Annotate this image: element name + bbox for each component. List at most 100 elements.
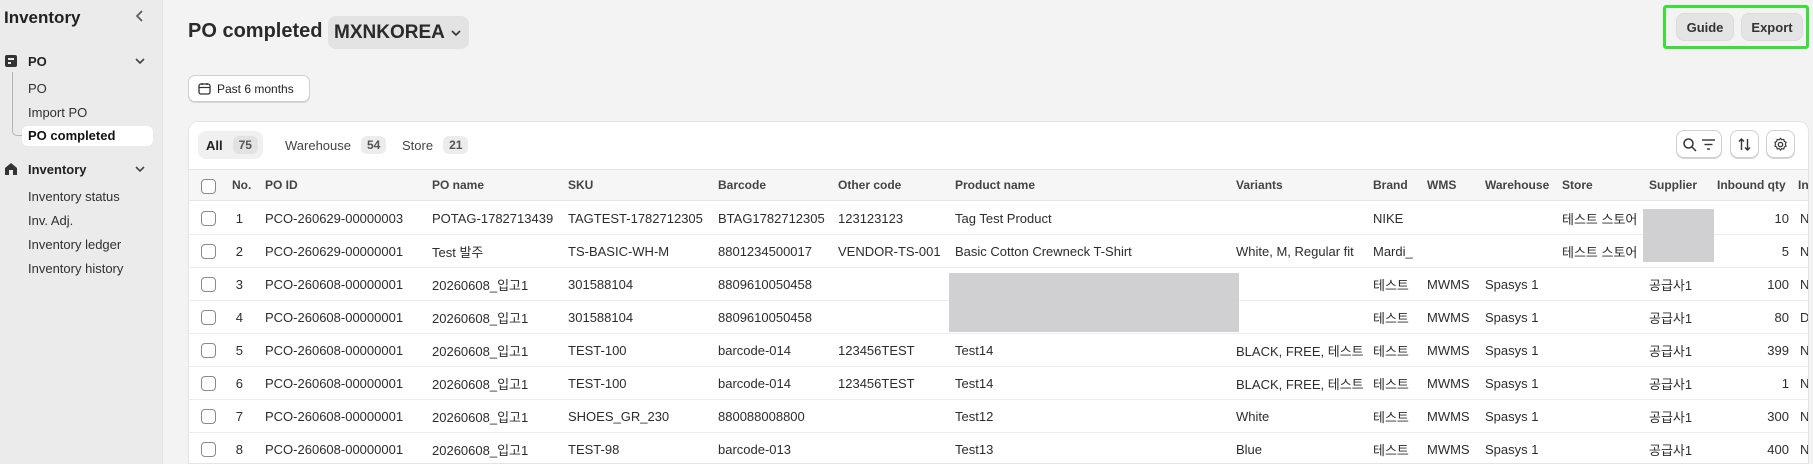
- sidebar-item-inventory-status[interactable]: Inventory status: [28, 187, 120, 207]
- table-row[interactable]: 7 PCO-260608-00000001 20260608_입고1 SHOES_GR…: [189, 400, 1809, 433]
- table-cell: MWMS: [1427, 342, 1470, 358]
- table-cell: [1427, 202, 1482, 234]
- sidebar-item-inventory-history[interactable]: Inventory history: [28, 259, 123, 279]
- table-cell: 8809610050458: [718, 276, 812, 292]
- table-row[interactable]: 6 PCO-260608-00000001 20260608_입고1 TEST-100…: [189, 367, 1809, 400]
- table-cell: [1562, 301, 1647, 333]
- table-cell: White: [1236, 408, 1270, 424]
- table-cell: D: [1800, 309, 1809, 325]
- sidebar-group-po[interactable]: PO: [0, 50, 163, 74]
- table-cell: N: [1800, 408, 1809, 424]
- table-cell: 공급사1: [1649, 376, 1693, 392]
- table-cell: MWMS: [1427, 408, 1470, 424]
- table-cell: 8801234500017: [718, 243, 812, 259]
- table-cell: SHOES_GR_230: [568, 408, 670, 424]
- col-header[interactable]: Variants: [1236, 170, 1366, 200]
- box-icon: [5, 55, 17, 67]
- table-cell: BLACK, FREE, 테스트: [1236, 343, 1364, 359]
- table-cell: [1562, 268, 1647, 300]
- table-cell: 300: [1767, 408, 1789, 424]
- table-cell: 테스트: [1373, 409, 1409, 425]
- col-header[interactable]: PO ID: [265, 170, 405, 200]
- sidebar-item-inv-adj[interactable]: Inv. Adj.: [28, 211, 73, 231]
- tab-store[interactable]: Store 21: [394, 131, 473, 159]
- table-cell: 20260608_입고1: [432, 376, 529, 392]
- sidebar-item-inventory-ledger[interactable]: Inventory ledger: [28, 235, 121, 255]
- table-cell: PCO-260629-00000001: [265, 243, 404, 259]
- warehouse-icon: [5, 163, 17, 175]
- col-header[interactable]: Product name: [955, 170, 1235, 200]
- sort-button[interactable]: [1730, 130, 1759, 158]
- col-header[interactable]: PO name: [432, 170, 552, 200]
- table-cell: 공급사1: [1649, 442, 1693, 458]
- search-filter-button[interactable]: [1676, 130, 1722, 158]
- filter-icon: [1702, 138, 1715, 150]
- redacted-area: [949, 273, 1239, 332]
- table-cell: 테스트 스토어: [1562, 211, 1638, 227]
- col-header[interactable]: Supplier: [1649, 170, 1719, 200]
- table-cell: [1562, 367, 1647, 399]
- table-row[interactable]: 1 PCO-260629-00000003 POTAG-1782713439 TAGT…: [189, 202, 1809, 235]
- table-row[interactable]: 2 PCO-260629-00000001 Test 발주 TS-BASIC-WH-M…: [189, 235, 1808, 268]
- table-cell: [1427, 235, 1482, 267]
- col-header[interactable]: Brand: [1373, 170, 1423, 200]
- table-cell: N: [1800, 342, 1809, 358]
- gear-icon: [1774, 136, 1787, 151]
- table-cell: Test13: [955, 441, 994, 457]
- table-cell: 20260608_입고1: [432, 277, 529, 293]
- col-header[interactable]: WMS: [1427, 170, 1482, 200]
- table-cell: [1562, 400, 1647, 432]
- table-cell: PCO-260608-00000001: [265, 408, 404, 424]
- table-cell: Spasys 1: [1485, 375, 1539, 391]
- table-cell: Test14: [955, 342, 994, 358]
- table-cell: MWMS: [1427, 309, 1470, 325]
- table-cell: 400: [1767, 441, 1789, 457]
- store-selector[interactable]: MXNKOREA: [328, 16, 469, 49]
- table-cell: TEST-98: [568, 441, 620, 457]
- table-cell: TAGTEST-1782712305: [568, 210, 703, 226]
- col-header[interactable]: Other code: [838, 170, 948, 200]
- col-header[interactable]: Warehouse: [1485, 170, 1560, 200]
- table-cell: N: [1800, 210, 1809, 226]
- table-cell: Test14: [955, 375, 994, 391]
- sidebar-group-inventory[interactable]: Inventory: [0, 158, 163, 182]
- col-header[interactable]: Inbound qty: [1717, 170, 1797, 200]
- table-cell: PCO-260608-00000001: [265, 375, 404, 391]
- settings-button[interactable]: [1766, 130, 1795, 158]
- table-cell: [1485, 202, 1560, 234]
- table-cell: 100: [1767, 276, 1789, 292]
- table-cell: 테스트: [1373, 310, 1409, 326]
- table-cell: N: [1800, 375, 1809, 391]
- sidebar-item-import-po[interactable]: Import PO: [28, 103, 87, 123]
- table-cell: [838, 433, 953, 463]
- redacted-area: [1643, 209, 1714, 262]
- guide-button[interactable]: Guide: [1676, 13, 1734, 41]
- table-cell: 테스트: [1373, 343, 1409, 359]
- table-cell: 123456TEST: [838, 342, 915, 358]
- col-header[interactable]: Barcode: [718, 170, 828, 200]
- col-header[interactable]: SKU: [568, 170, 688, 200]
- table-cell: 2: [235, 243, 243, 259]
- table-cell: barcode-014: [718, 375, 791, 391]
- table-row[interactable]: 5 PCO-260608-00000001 20260608_입고1 TEST-100…: [189, 334, 1809, 367]
- table-cell: 3: [235, 276, 243, 292]
- chevron-left-icon[interactable]: [133, 9, 147, 29]
- table-cell: BTAG1782712305: [718, 210, 825, 226]
- col-header[interactable]: Store: [1562, 170, 1647, 200]
- tab-warehouse[interactable]: Warehouse 54: [277, 131, 391, 159]
- select-all-checkbox[interactable]: [201, 179, 216, 194]
- tab-all[interactable]: All 75: [198, 131, 263, 159]
- sidebar-item-po-completed[interactable]: PO completed: [22, 126, 153, 146]
- table-cell: 1: [235, 210, 243, 226]
- table-cell: Spasys 1: [1485, 408, 1539, 424]
- table-cell: [838, 400, 953, 432]
- export-button[interactable]: Export: [1741, 13, 1803, 41]
- table-cell: MWMS: [1427, 375, 1470, 391]
- table-cell: [1485, 235, 1560, 267]
- table-cell: [1236, 202, 1369, 234]
- date-range-filter[interactable]: Past 6 months: [188, 75, 310, 102]
- table-row[interactable]: 8 PCO-260608-00000001 20260608_입고1 TEST-98 b…: [189, 433, 1808, 463]
- sidebar-item-po[interactable]: PO: [28, 79, 47, 99]
- col-header[interactable]: In: [1798, 170, 1808, 200]
- tab-count: 21: [443, 136, 469, 154]
